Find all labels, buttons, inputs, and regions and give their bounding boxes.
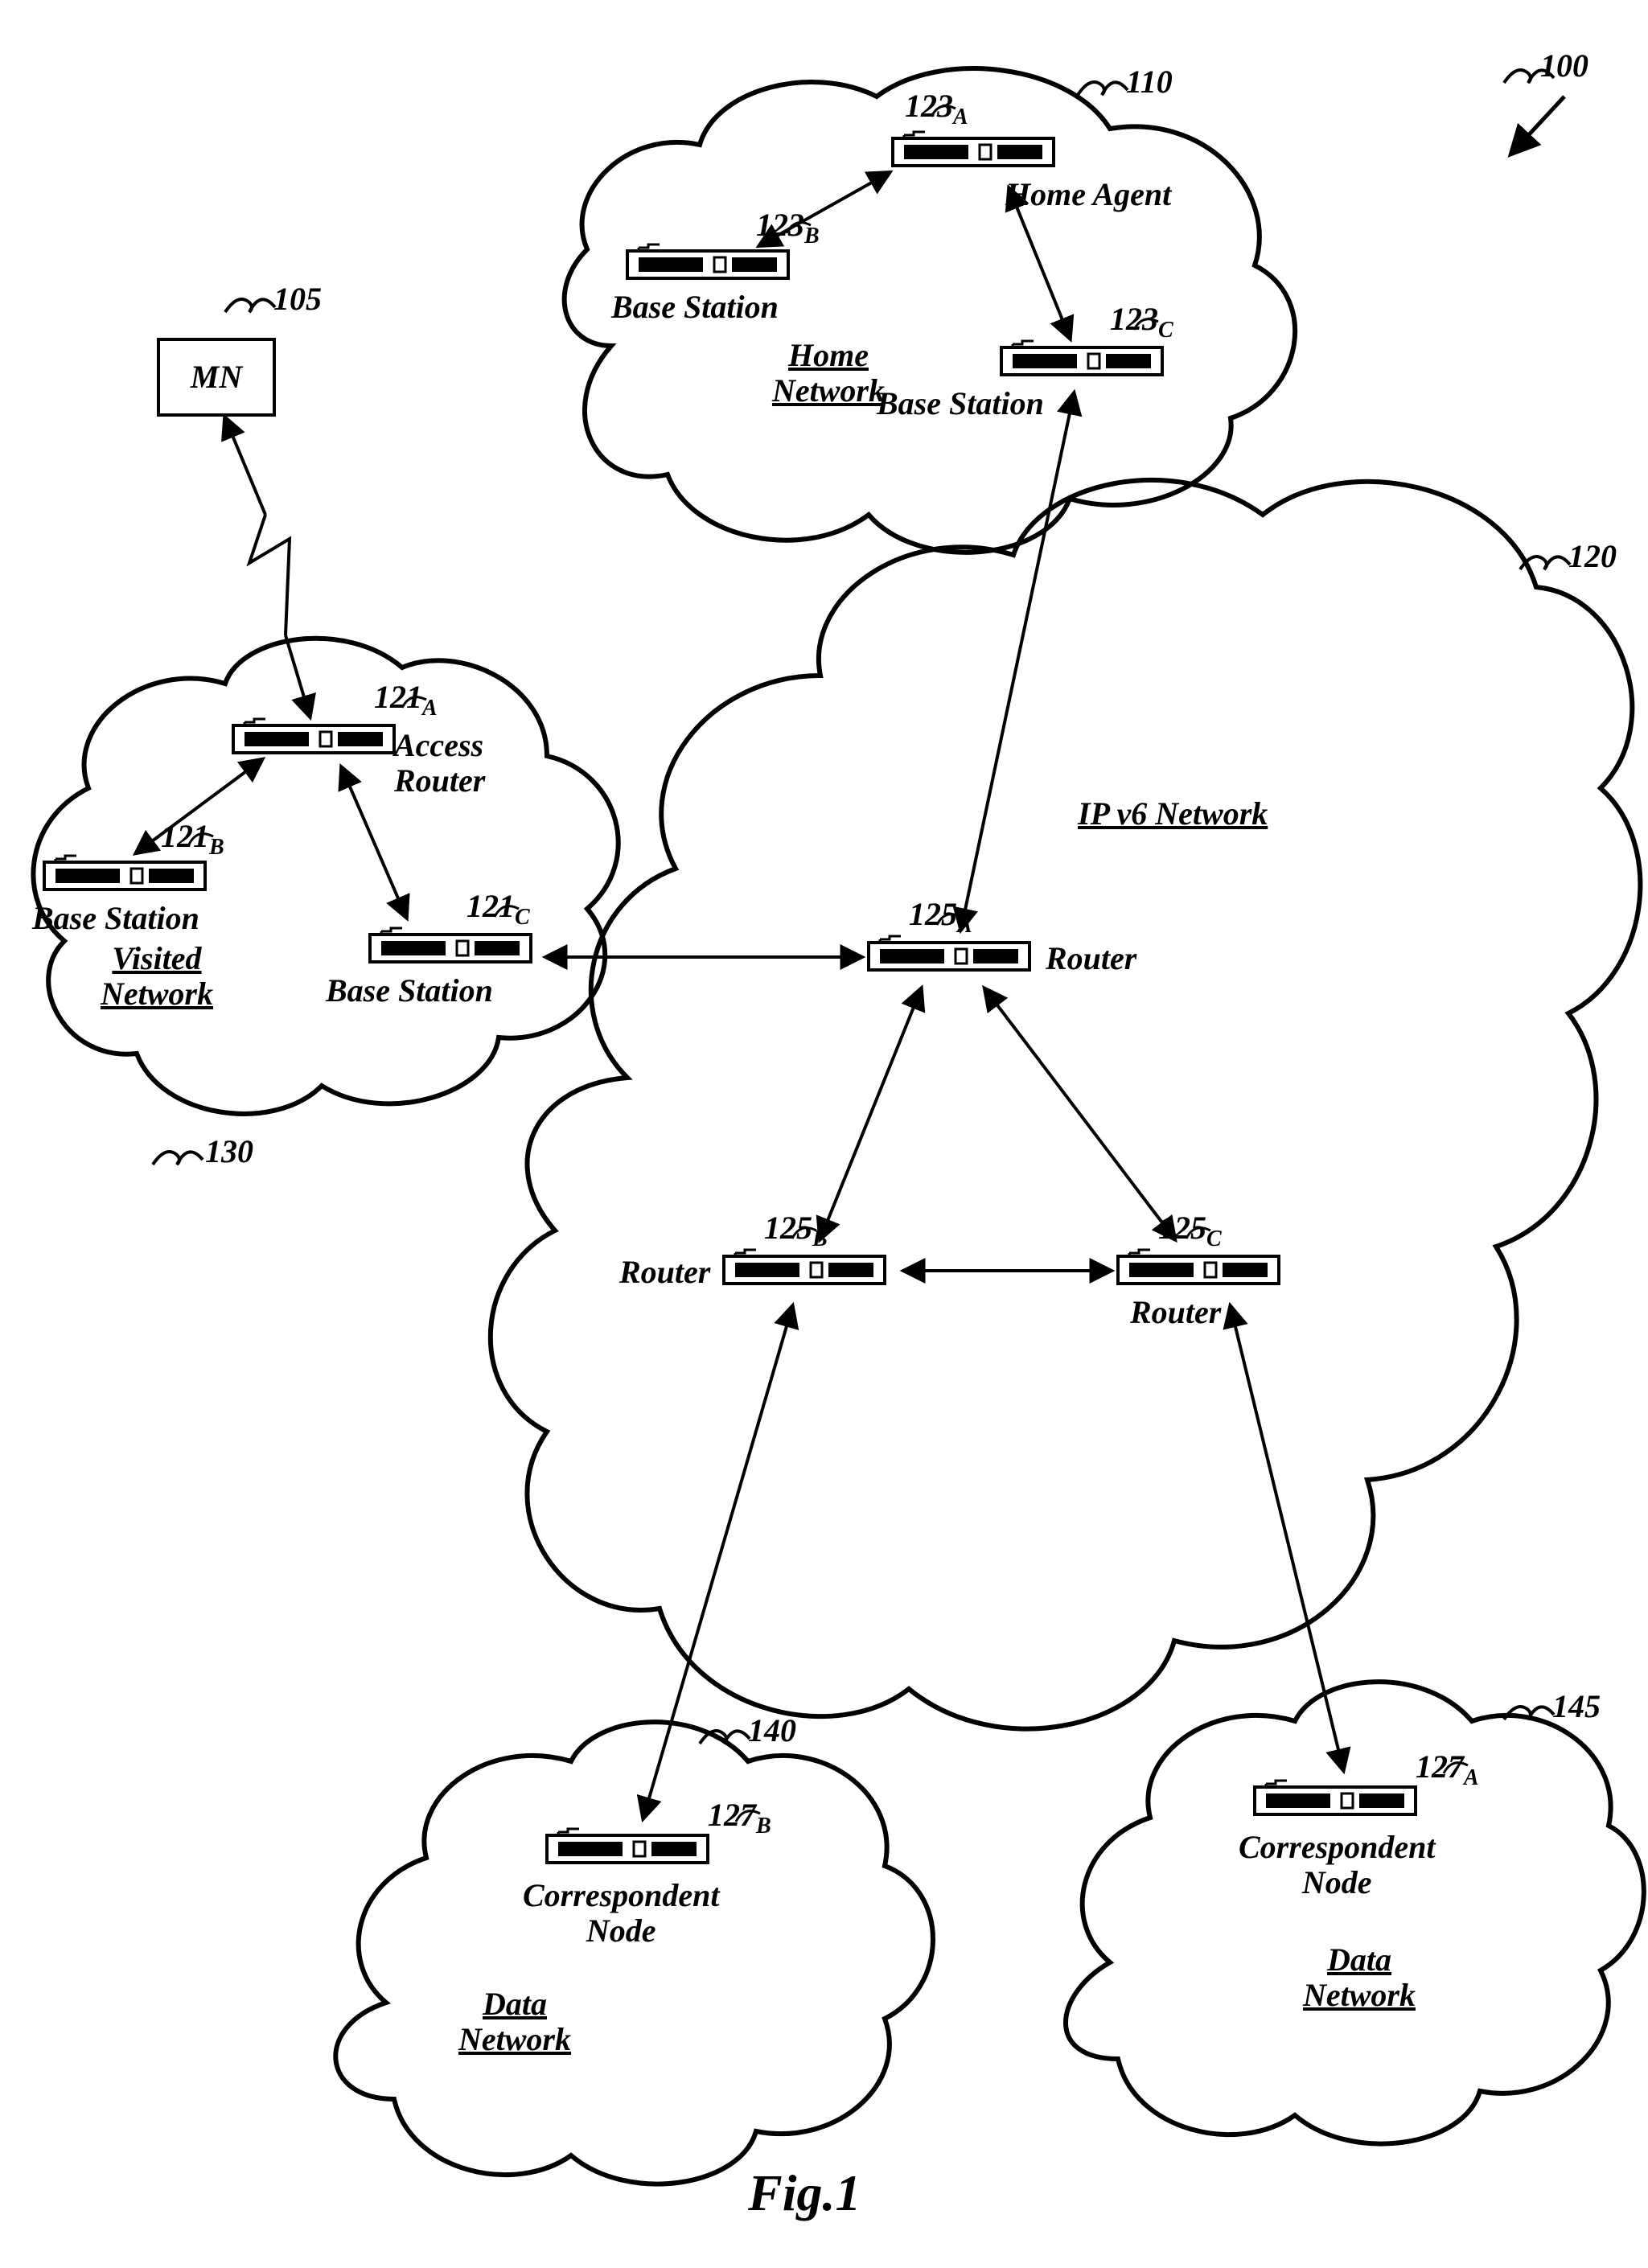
ref-123A: 123A xyxy=(905,88,968,130)
data-net-140-title: DataNetwork xyxy=(458,1987,571,2057)
cn-a-device xyxy=(1255,1781,1416,1814)
visited-ar-device xyxy=(233,719,394,753)
ref-100: 100 xyxy=(1540,48,1588,84)
ref-121A: 121A xyxy=(374,680,438,721)
ipv6-title: IP v6 Network xyxy=(1078,796,1268,832)
mn-box: MN xyxy=(157,338,276,417)
mn-label: MN xyxy=(191,360,242,395)
visited-bs-b-device xyxy=(44,856,205,890)
cn-a-label: CorrespondentNode xyxy=(1239,1830,1436,1900)
home-bs-b-device xyxy=(627,244,788,278)
ref-125A: 125A xyxy=(909,897,972,939)
home-bs-c-device xyxy=(1001,341,1162,375)
ref-140: 140 xyxy=(748,1713,796,1748)
visited-bs-b-label: Base Station xyxy=(32,901,199,936)
visited-bs-c-device xyxy=(370,928,531,962)
ref-121C: 121C xyxy=(466,889,530,931)
ref-127B: 127B xyxy=(708,1798,771,1839)
home-bs-c-label: Base Station xyxy=(877,386,1044,421)
router-a-label: Router xyxy=(1046,941,1136,976)
ref-120: 120 xyxy=(1568,539,1617,574)
home-agent-label: Home Agent xyxy=(1005,177,1171,212)
router-c-label: Router xyxy=(1130,1295,1221,1330)
data-net-145-title: DataNetwork xyxy=(1303,1942,1416,2013)
visited-bs-c-label: Base Station xyxy=(326,973,493,1009)
visited-ar-label: AccessRouter xyxy=(394,728,485,799)
ref-145: 145 xyxy=(1552,1689,1601,1724)
ref-105: 105 xyxy=(273,281,322,317)
data-cloud-145 xyxy=(1066,1682,1644,2143)
router-b-device xyxy=(724,1250,885,1284)
home-net-title: Home Network xyxy=(772,338,885,409)
home-agent-device xyxy=(893,132,1054,166)
ref-127A: 127A xyxy=(1416,1749,1479,1791)
cn-b-label: CorrespondentNode xyxy=(523,1878,720,1949)
router-a-device xyxy=(869,936,1029,970)
cn-b-device xyxy=(547,1829,708,1863)
router-c-device xyxy=(1118,1250,1279,1284)
router-b-label: Router xyxy=(619,1255,710,1290)
ref-125B: 125B xyxy=(764,1210,828,1252)
data-cloud-140 xyxy=(335,1722,933,2184)
ref-123B: 123B xyxy=(756,207,820,249)
home-bs-b-label: Base Station xyxy=(611,290,779,325)
figure-caption: Fig.1 xyxy=(748,2163,861,2223)
ref-125C: 125C xyxy=(1158,1210,1222,1252)
ref-130: 130 xyxy=(205,1134,253,1169)
ipv6-cloud xyxy=(491,480,1641,1729)
visited-net-title: Visited Network xyxy=(101,941,213,1012)
ref-121B: 121B xyxy=(161,819,224,861)
ref-123C: 123C xyxy=(1110,302,1173,343)
ref-110: 110 xyxy=(1126,64,1173,100)
